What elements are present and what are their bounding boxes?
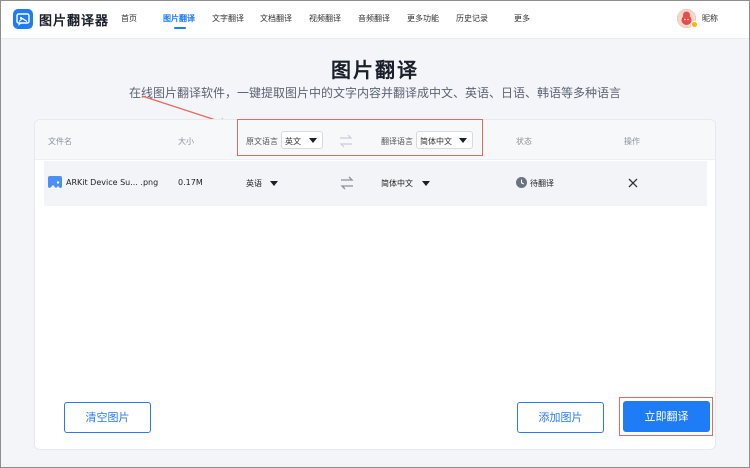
col-action: 操作	[624, 137, 640, 146]
nav-image-translate[interactable]: 图片翻译	[163, 13, 195, 24]
nav-video-translate[interactable]: 视频翻译	[309, 13, 341, 24]
nav-home[interactable]: 首页	[121, 13, 137, 24]
row-filename: ARKit Device Su... .png	[66, 178, 159, 187]
user-nickname[interactable]: 昵称	[702, 13, 718, 24]
row-target-lang[interactable]: 简体中文	[381, 178, 413, 189]
app-logo-icon	[13, 9, 33, 29]
col-size: 大小	[178, 137, 194, 146]
annotation-highlight-box	[237, 119, 483, 156]
clock-icon	[516, 177, 527, 188]
row-target-caret-icon[interactable]	[422, 181, 430, 186]
col-status: 状态	[516, 137, 532, 146]
add-image-button[interactable]: 添加图片	[517, 402, 604, 433]
row-source-lang[interactable]: 英语	[246, 178, 262, 189]
row-size: 0.17M	[178, 178, 203, 187]
nav-more[interactable]: 更多	[514, 13, 530, 24]
nav-doc-translate[interactable]: 文档翻译	[260, 13, 292, 24]
nav-history[interactable]: 历史记录	[456, 13, 488, 24]
row-swap-icon[interactable]	[339, 176, 355, 190]
col-filename: 文件名	[48, 137, 72, 146]
vip-badge-icon	[691, 21, 698, 28]
clear-images-button[interactable]: 清空图片	[64, 402, 151, 433]
translate-highlight-box	[619, 397, 713, 436]
image-file-icon	[48, 176, 62, 189]
nav-text-translate[interactable]: 文字翻译	[212, 13, 244, 24]
row-source-caret-icon[interactable]	[270, 181, 278, 186]
brand-name[interactable]: 图片翻译器	[39, 10, 109, 29]
nav-audio-translate[interactable]: 音频翻译	[358, 13, 390, 24]
delete-close-icon[interactable]	[628, 178, 638, 188]
nav-active-indicator	[174, 27, 186, 29]
row-status: 待翻译	[530, 179, 554, 188]
nav-more-features[interactable]: 更多功能	[407, 13, 439, 24]
page-title: 图片翻译	[331, 58, 419, 82]
page-subtitle: 在线图片翻译软件，一键提取图片中的文字内容并翻译成中文、英语、日语、韩语等多种语…	[128, 86, 621, 100]
